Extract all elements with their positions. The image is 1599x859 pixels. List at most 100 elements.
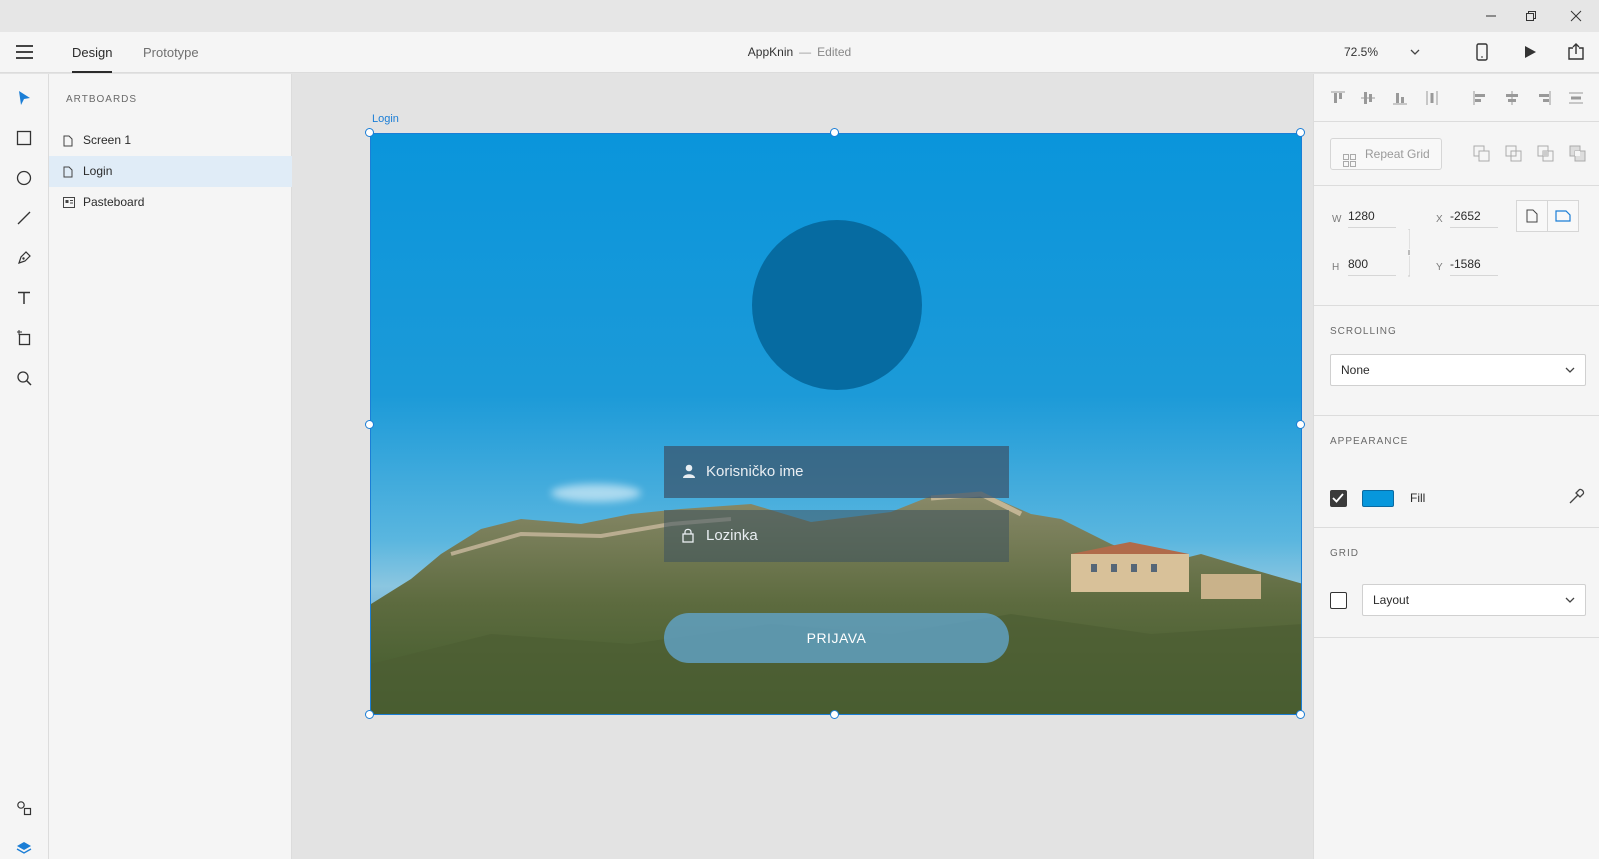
text-tool-icon[interactable] — [12, 286, 36, 310]
layer-item-pasteboard[interactable]: Pasteboard — [49, 187, 292, 218]
zoom-dropdown[interactable]: 72.5% — [1344, 40, 1422, 64]
property-inspector: Repeat Grid W 1280 H 800 X -2652 Y -1586… — [1313, 74, 1599, 859]
user-icon — [682, 464, 696, 482]
zoom-value: 72.5% — [1344, 45, 1379, 59]
scrolling-dropdown[interactable]: None — [1330, 354, 1586, 386]
resize-handle-bottom-right[interactable] — [1296, 710, 1305, 719]
line-tool-icon[interactable] — [12, 206, 36, 230]
grid-section — [1314, 528, 1599, 638]
align-center-icon[interactable] — [1502, 88, 1522, 108]
artboard-page-icon — [63, 166, 73, 181]
boolean-exclude-icon[interactable] — [1568, 144, 1588, 164]
artboards-heading: ARTBOARDS — [66, 94, 138, 105]
fill-label: Fill — [1410, 491, 1426, 505]
close-icon — [1570, 10, 1582, 22]
profile-avatar-placeholder — [752, 220, 922, 390]
boolean-subtract-icon[interactable] — [1504, 144, 1524, 164]
align-left-icon[interactable] — [1470, 88, 1490, 108]
height-label: H — [1332, 262, 1340, 273]
chevron-down-icon — [1565, 585, 1575, 617]
fill-checkbox[interactable] — [1330, 490, 1347, 507]
lock-icon — [682, 528, 694, 547]
landscape-orientation-icon[interactable] — [1547, 200, 1579, 232]
scrolling-heading: SCROLLING — [1330, 326, 1397, 337]
resize-handle-right[interactable] — [1296, 420, 1305, 429]
document-name: AppKnin — [747, 45, 794, 59]
artboard-tool-icon[interactable] — [12, 326, 36, 350]
layer-label: Screen 1 — [83, 133, 132, 147]
select-tool-icon[interactable] — [12, 86, 36, 110]
username-field[interactable]: Korisničko ime — [664, 446, 1009, 498]
minimize-icon — [1486, 15, 1496, 17]
align-right-icon[interactable] — [1534, 88, 1554, 108]
device-preview-icon[interactable] — [1470, 40, 1494, 64]
repeat-grid-button[interactable]: Repeat Grid — [1330, 138, 1442, 170]
zoom-tool-icon[interactable] — [12, 366, 36, 390]
boolean-add-icon[interactable] — [1472, 144, 1492, 164]
boolean-intersect-icon[interactable] — [1536, 144, 1556, 164]
repeat-grid-icon — [1343, 148, 1356, 178]
tab-prototype[interactable]: Prototype — [143, 32, 199, 73]
assets-icon[interactable] — [12, 796, 36, 820]
resize-handle-left[interactable] — [365, 420, 374, 429]
width-input[interactable]: 1280 — [1348, 206, 1396, 228]
password-field[interactable]: Lozinka — [664, 510, 1009, 562]
chevron-down-icon — [1410, 40, 1420, 66]
align-top-icon[interactable] — [1328, 88, 1348, 108]
appearance-heading: APPEARANCE — [1330, 436, 1409, 447]
artboard-page-icon — [63, 135, 73, 150]
appearance-section — [1314, 416, 1599, 528]
hamburger-menu-icon[interactable] — [16, 44, 34, 60]
scrolling-value: None — [1341, 363, 1370, 377]
resize-handle-bottom-left[interactable] — [365, 710, 374, 719]
layer-label: Pasteboard — [83, 195, 145, 209]
tools-toolbar — [0, 74, 49, 859]
restore-button[interactable] — [1508, 0, 1554, 32]
tab-design[interactable]: Design — [72, 32, 113, 73]
x-input[interactable]: -2652 — [1450, 206, 1498, 228]
layer-label: Login — [83, 164, 113, 178]
ellipse-tool-icon[interactable] — [12, 166, 36, 190]
align-bottom-icon[interactable] — [1390, 88, 1410, 108]
alignment-section — [1314, 74, 1599, 122]
resize-handle-top[interactable] — [830, 128, 839, 137]
play-icon[interactable] — [1518, 40, 1542, 64]
height-input[interactable]: 800 — [1348, 254, 1396, 276]
width-label: W — [1332, 214, 1342, 225]
grid-type-value: Layout — [1373, 593, 1410, 607]
resize-handle-bottom[interactable] — [830, 710, 839, 719]
eyedropper-icon[interactable] — [1566, 487, 1586, 507]
resize-handle-top-right[interactable] — [1296, 128, 1305, 137]
distribute-vertical-icon[interactable] — [1422, 88, 1442, 108]
pasteboard-icon — [63, 197, 75, 211]
pen-tool-icon[interactable] — [12, 246, 36, 270]
layer-item-login[interactable]: Login — [49, 156, 292, 187]
layers-icon[interactable] — [12, 836, 36, 859]
document-status: Edited — [817, 45, 852, 59]
checkmark-icon — [1332, 493, 1344, 503]
grid-type-dropdown[interactable]: Layout — [1362, 584, 1586, 616]
app-header: Design Prototype AppKnin — Edited 72.5% — [0, 32, 1599, 73]
grid-checkbox[interactable] — [1330, 592, 1347, 609]
align-middle-icon[interactable] — [1358, 88, 1378, 108]
artboard-label[interactable]: Login — [372, 113, 399, 125]
y-input[interactable]: -1586 — [1450, 254, 1498, 276]
artboard-login[interactable]: Korisničko ime Lozinka PRIJAVA — [370, 133, 1302, 715]
fill-color-swatch[interactable] — [1362, 490, 1394, 507]
title-separator: — — [799, 45, 812, 59]
layer-item-screen-1[interactable]: Screen 1 — [49, 125, 292, 156]
rectangle-tool-icon[interactable] — [12, 126, 36, 150]
resize-handle-top-left[interactable] — [365, 128, 374, 137]
distribute-horizontal-icon[interactable] — [1566, 88, 1586, 108]
chevron-down-icon — [1565, 355, 1575, 387]
grid-heading: GRID — [1330, 548, 1359, 559]
share-icon[interactable] — [1564, 40, 1588, 64]
restore-icon — [1526, 11, 1536, 21]
layers-panel: ARTBOARDS Screen 1 Login Pasteboard — [49, 74, 292, 859]
portrait-orientation-icon[interactable] — [1516, 200, 1548, 232]
close-button[interactable] — [1553, 0, 1599, 32]
aspect-lock-icon[interactable] — [1408, 229, 1410, 277]
repeat-grid-label: Repeat Grid — [1365, 147, 1430, 161]
x-label: X — [1436, 214, 1443, 225]
login-button[interactable]: PRIJAVA — [664, 613, 1009, 663]
